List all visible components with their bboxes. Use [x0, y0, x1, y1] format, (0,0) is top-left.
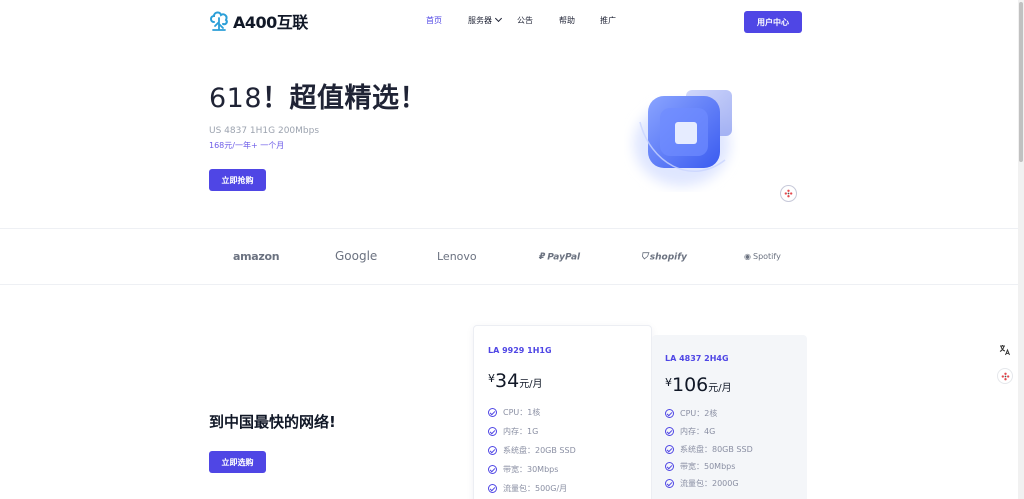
- hero-title-number: 618: [209, 83, 263, 114]
- brand-logos: amazon Google Lenovo ₽ PayPal ⛉ shopify ◉ S…: [0, 228, 1024, 285]
- check-circle-icon: [665, 427, 674, 436]
- check-circle-icon: [488, 465, 497, 474]
- check-circle-icon: [665, 409, 674, 418]
- feature-text: 系统盘：80GB SSD: [680, 445, 753, 454]
- brand-google: Google: [335, 249, 378, 263]
- brand-amazon: amazon: [233, 250, 280, 263]
- feature-text: 流量包：2000G: [680, 479, 739, 488]
- plan-card-la4837[interactable]: LA 4837 2H4G ¥106元/月 CPU：2核 内存：4G 系统盘：80…: [652, 335, 807, 499]
- feature-text: 带宽：30Mbps: [503, 465, 559, 474]
- price-value: 106: [672, 374, 709, 396]
- brand-paypal: ₽ PayPal: [539, 252, 580, 263]
- price-value: 34: [495, 370, 520, 392]
- brand-lenovo: Lenovo: [437, 250, 477, 263]
- paypal-icon: ₽: [539, 252, 546, 262]
- nav-servers[interactable]: 服务器: [468, 14, 503, 26]
- check-circle-icon: [488, 408, 497, 417]
- shopify-bag-icon: ⛉: [641, 252, 648, 262]
- section-title: 到中国最快的网络!: [209, 413, 336, 431]
- flower-icon[interactable]: [780, 185, 797, 202]
- scrollbar-thumb[interactable]: [1019, 2, 1023, 162]
- check-circle-icon: [488, 484, 497, 493]
- feature-item: 带宽：50Mbps: [665, 461, 735, 472]
- check-circle-icon: [488, 446, 497, 455]
- spotify-icon: ◉: [744, 252, 751, 261]
- feature-item: 内存：4G: [665, 426, 715, 437]
- feature-item: 内存：1G: [488, 426, 538, 437]
- currency-symbol: ¥: [488, 372, 495, 385]
- page-scrollbar[interactable]: [1018, 0, 1024, 499]
- brand-shopify-text: shopify: [649, 252, 688, 263]
- flower-glyph: [1001, 372, 1009, 380]
- chip-illustration: [634, 90, 732, 186]
- choose-now-button[interactable]: 立即选购: [209, 451, 266, 473]
- plan-name: LA 4837 2H4G: [665, 354, 729, 363]
- chevron-down-icon: [494, 14, 503, 23]
- brand-spotify: ◉ Spotify: [744, 252, 781, 261]
- feature-text: 流量包：500G/月: [503, 484, 568, 493]
- flower-icon[interactable]: [997, 368, 1013, 384]
- feature-text: 内存：1G: [503, 427, 539, 436]
- nav-help[interactable]: 帮助: [559, 15, 575, 26]
- site-header: A400互联 首页 服务器 公告 帮助 推广 用户中心: [0, 0, 1024, 44]
- translate-glyph: [999, 345, 1010, 356]
- feature-text: 内存：4G: [680, 427, 716, 436]
- brand-shopify: ⛉ shopify: [641, 252, 687, 263]
- translate-icon[interactable]: [998, 343, 1012, 357]
- nav-announcements[interactable]: 公告: [517, 15, 533, 26]
- check-circle-icon: [488, 427, 497, 436]
- hero-title: 618！超值精选！: [209, 76, 427, 115]
- cloud-tree-icon: [210, 11, 228, 31]
- feature-item: 系统盘：20GB SSD: [488, 445, 576, 456]
- plan-name: LA 9929 1H1G: [488, 346, 552, 355]
- price-unit: 元/月: [519, 379, 543, 390]
- nav-home[interactable]: 首页: [426, 15, 442, 26]
- feature-text: CPU：1核: [503, 408, 541, 417]
- brand-spotify-text: Spotify: [752, 252, 781, 261]
- hero-price: 168元/一年+ 一个月: [209, 141, 285, 150]
- feature-text: CPU：2核: [680, 409, 718, 418]
- feature-text: 带宽：50Mbps: [680, 462, 736, 471]
- logo[interactable]: A400互联: [209, 9, 308, 33]
- plan-card-la9929[interactable]: LA 9929 1H1G ¥34元/月 CPU：1核 内存：1G 系统盘：20G…: [473, 325, 652, 499]
- logo-text: A400互联: [233, 13, 308, 32]
- plan-price: ¥34元/月: [488, 370, 543, 392]
- feature-item: 带宽：30Mbps: [488, 464, 558, 475]
- hero-title-text: ！超值精选！: [262, 83, 428, 114]
- check-circle-icon: [665, 445, 674, 454]
- nav-servers-label: 服务器: [468, 16, 492, 25]
- feature-text: 系统盘：20GB SSD: [503, 446, 576, 455]
- feature-item: CPU：2核: [665, 408, 717, 419]
- feature-item: 流量包：2000G: [665, 478, 739, 489]
- nav-promote[interactable]: 推广: [600, 15, 616, 26]
- buy-now-button[interactable]: 立即抢购: [209, 169, 266, 191]
- check-circle-icon: [665, 479, 674, 488]
- price-unit: 元/月: [708, 383, 732, 394]
- feature-item: CPU：1核: [488, 407, 540, 418]
- currency-symbol: ¥: [665, 376, 672, 389]
- plan-price: ¥106元/月: [665, 374, 732, 396]
- hero-subtitle: US 4837 1H1G 200Mbps: [209, 126, 320, 136]
- user-center-button[interactable]: 用户中心: [744, 11, 802, 33]
- feature-item: 系统盘：80GB SSD: [665, 444, 753, 455]
- feature-item: 流量包：500G/月: [488, 483, 567, 494]
- check-circle-icon: [665, 462, 674, 471]
- flower-glyph: [784, 189, 793, 198]
- brand-paypal-text: PayPal: [547, 252, 581, 263]
